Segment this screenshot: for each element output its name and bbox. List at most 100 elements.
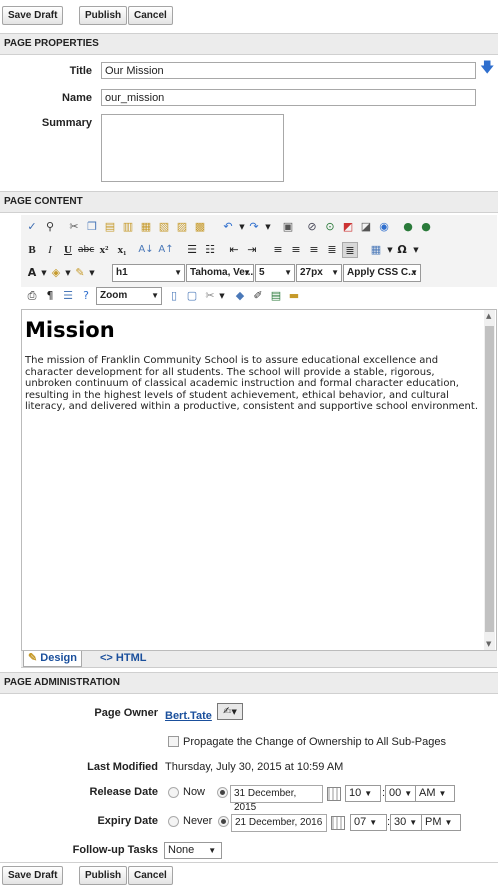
paragraph-icon[interactable]: ¶	[42, 288, 58, 304]
paste-word-icon[interactable]: ▦	[138, 219, 154, 235]
px-select-value: 27px	[300, 267, 323, 278]
help-icon[interactable]: ?	[78, 288, 94, 304]
bullet-list-icon[interactable]: ☷	[202, 242, 218, 258]
copy-icon[interactable]: ❐	[84, 219, 100, 235]
scrollbar-thumb[interactable]	[485, 326, 494, 632]
px-select[interactable]: 27px ▼	[296, 264, 342, 282]
style-icon[interactable]: ◆	[232, 288, 248, 304]
zoom-select[interactable]: Zoom ▼	[96, 287, 162, 305]
media-icon[interactable]: ◪	[358, 219, 374, 235]
find-icon[interactable]: ⚲	[42, 219, 58, 235]
wrench-icon[interactable]: ✐	[250, 288, 266, 304]
link-icon[interactable]: ⊘	[304, 219, 320, 235]
release-calendar-icon[interactable]	[327, 787, 341, 801]
pencil-icon: ✎	[28, 652, 38, 664]
tab-design-label: Design	[40, 652, 77, 664]
publish-button[interactable]: Publish	[79, 6, 128, 25]
expiry-date-radio[interactable]	[218, 816, 229, 827]
release-hour-select[interactable]: 10 ▼	[345, 785, 381, 802]
special-char-dropdown-icon[interactable]: ▼	[408, 242, 424, 258]
align-right-icon[interactable]: ≡	[306, 242, 322, 258]
expiry-ampm-select[interactable]: PM ▼	[421, 814, 461, 831]
format-painter-dropdown-icon[interactable]: ▼	[84, 265, 100, 281]
horizontal-rule-icon[interactable]: ☰	[60, 288, 76, 304]
subscript-icon[interactable]: x₁	[114, 242, 130, 258]
release-ampm-value: AM	[419, 787, 436, 799]
bold-icon[interactable]: B	[24, 242, 40, 258]
cancel-button-bottom[interactable]: Cancel	[128, 866, 173, 885]
redo-dropdown-icon[interactable]: ▼	[260, 219, 276, 235]
save-draft-button[interactable]: Save Draft	[2, 6, 64, 25]
editor-scrollbar[interactable]: ▲ ▼	[484, 310, 495, 650]
content-heading: Mission	[25, 318, 115, 342]
convert-lower-icon[interactable]: A↓	[138, 242, 154, 258]
tools-dropdown-icon[interactable]: ▼	[214, 288, 230, 304]
arrow-down-icon[interactable]: 🡇	[480, 60, 494, 76]
followup-tasks-select[interactable]: None ▼	[164, 842, 222, 859]
save-draft-button-bottom[interactable]: Save Draft	[2, 866, 64, 885]
underline-icon[interactable]: U	[60, 242, 76, 258]
propagate-checkbox[interactable]	[168, 736, 179, 747]
expiry-date-input[interactable]: 21 December, 2016	[231, 814, 327, 832]
superscript-icon[interactable]: x²	[96, 242, 112, 258]
document-icon[interactable]: ◉	[376, 219, 392, 235]
italic-icon[interactable]: I	[42, 242, 58, 258]
scroll-down-icon[interactable]: ▼	[486, 640, 491, 648]
expiry-ampm-value: PM	[425, 816, 442, 828]
spellcheck-icon[interactable]: ✓	[24, 219, 40, 235]
image-icon[interactable]: ▣	[280, 219, 296, 235]
name-input[interactable]: our_mission	[101, 89, 476, 106]
expiry-never-radio[interactable]	[168, 816, 179, 827]
user-group-icon[interactable]: ●	[418, 219, 434, 235]
gallery-icon[interactable]: ▬	[286, 288, 302, 304]
page-owner-label: Page Owner	[94, 707, 158, 719]
justify-full-icon[interactable]: ≣	[342, 242, 358, 258]
strikethrough-icon[interactable]: abc	[78, 242, 94, 258]
editor-content-area[interactable]: Mission The mission of Franklin Communit…	[21, 309, 497, 651]
paste-html-icon[interactable]: ▩	[192, 219, 208, 235]
justify-icon[interactable]: ≣	[324, 242, 340, 258]
scroll-up-icon[interactable]: ▲	[486, 312, 491, 320]
tab-html[interactable]: <> HTML	[96, 651, 150, 667]
release-hour-value: 10	[349, 787, 362, 799]
cancel-button[interactable]: Cancel	[128, 6, 173, 25]
page-owner-link[interactable]: Bert.Tate	[165, 710, 212, 722]
indent-icon[interactable]: ⇥	[244, 242, 260, 258]
editor-tabs: ✎ Design <> HTML	[21, 651, 497, 668]
paste-format-icon[interactable]: ▧	[156, 219, 172, 235]
users-icon[interactable]: ●	[400, 219, 416, 235]
paste-plain-icon[interactable]: ▨	[174, 219, 190, 235]
release-date-input[interactable]: 31 December, 2015	[230, 785, 323, 813]
paste-text-icon[interactable]: ▥	[120, 219, 136, 235]
cut-icon[interactable]: ✂	[66, 219, 82, 235]
print-icon[interactable]: ⎙	[24, 288, 40, 304]
followup-tasks-value: None	[168, 844, 195, 856]
convert-upper-icon[interactable]: A↑	[158, 242, 174, 258]
tab-design[interactable]: ✎ Design	[23, 651, 82, 667]
expiry-hour-select[interactable]: 07 ▼	[350, 814, 387, 831]
expiry-calendar-icon[interactable]	[331, 816, 345, 830]
align-center-icon[interactable]: ≡	[288, 242, 304, 258]
release-ampm-select[interactable]: AM ▼	[415, 785, 455, 802]
paste-icon[interactable]: ▤	[102, 219, 118, 235]
publish-button-bottom[interactable]: Publish	[79, 866, 128, 885]
outdent-icon[interactable]: ⇤	[226, 242, 242, 258]
css-select[interactable]: Apply CSS C... ▼	[343, 264, 421, 282]
title-input[interactable]: Our Mission	[101, 62, 476, 79]
owner-picker-button[interactable]: ✍▼	[217, 703, 243, 720]
size-select[interactable]: 5 ▼	[255, 264, 295, 282]
anchor-icon[interactable]: ⊙	[322, 219, 338, 235]
insert-file-icon[interactable]: ▤	[268, 288, 284, 304]
expiry-minute-select[interactable]: 30 ▼	[390, 814, 423, 831]
summary-textarea[interactable]	[101, 114, 284, 182]
template-icon[interactable]: ▢	[184, 288, 200, 304]
release-date-radio[interactable]	[217, 787, 228, 798]
align-left-icon[interactable]: ≡	[270, 242, 286, 258]
format-select[interactable]: h1 ▼	[112, 264, 185, 282]
toolbar-row-2: B I U abc x² x₁ A↓ A↑ ☰ ☷ ⇤ ⇥ ≡ ≡ ≡ ≣ ≣ …	[24, 240, 494, 260]
flash-icon[interactable]: ◩	[340, 219, 356, 235]
release-now-radio[interactable]	[168, 787, 179, 798]
module-icon[interactable]: ▯	[166, 288, 182, 304]
ordered-list-icon[interactable]: ☰	[184, 242, 200, 258]
font-select[interactable]: Tahoma, Ve... ▼	[186, 264, 254, 282]
